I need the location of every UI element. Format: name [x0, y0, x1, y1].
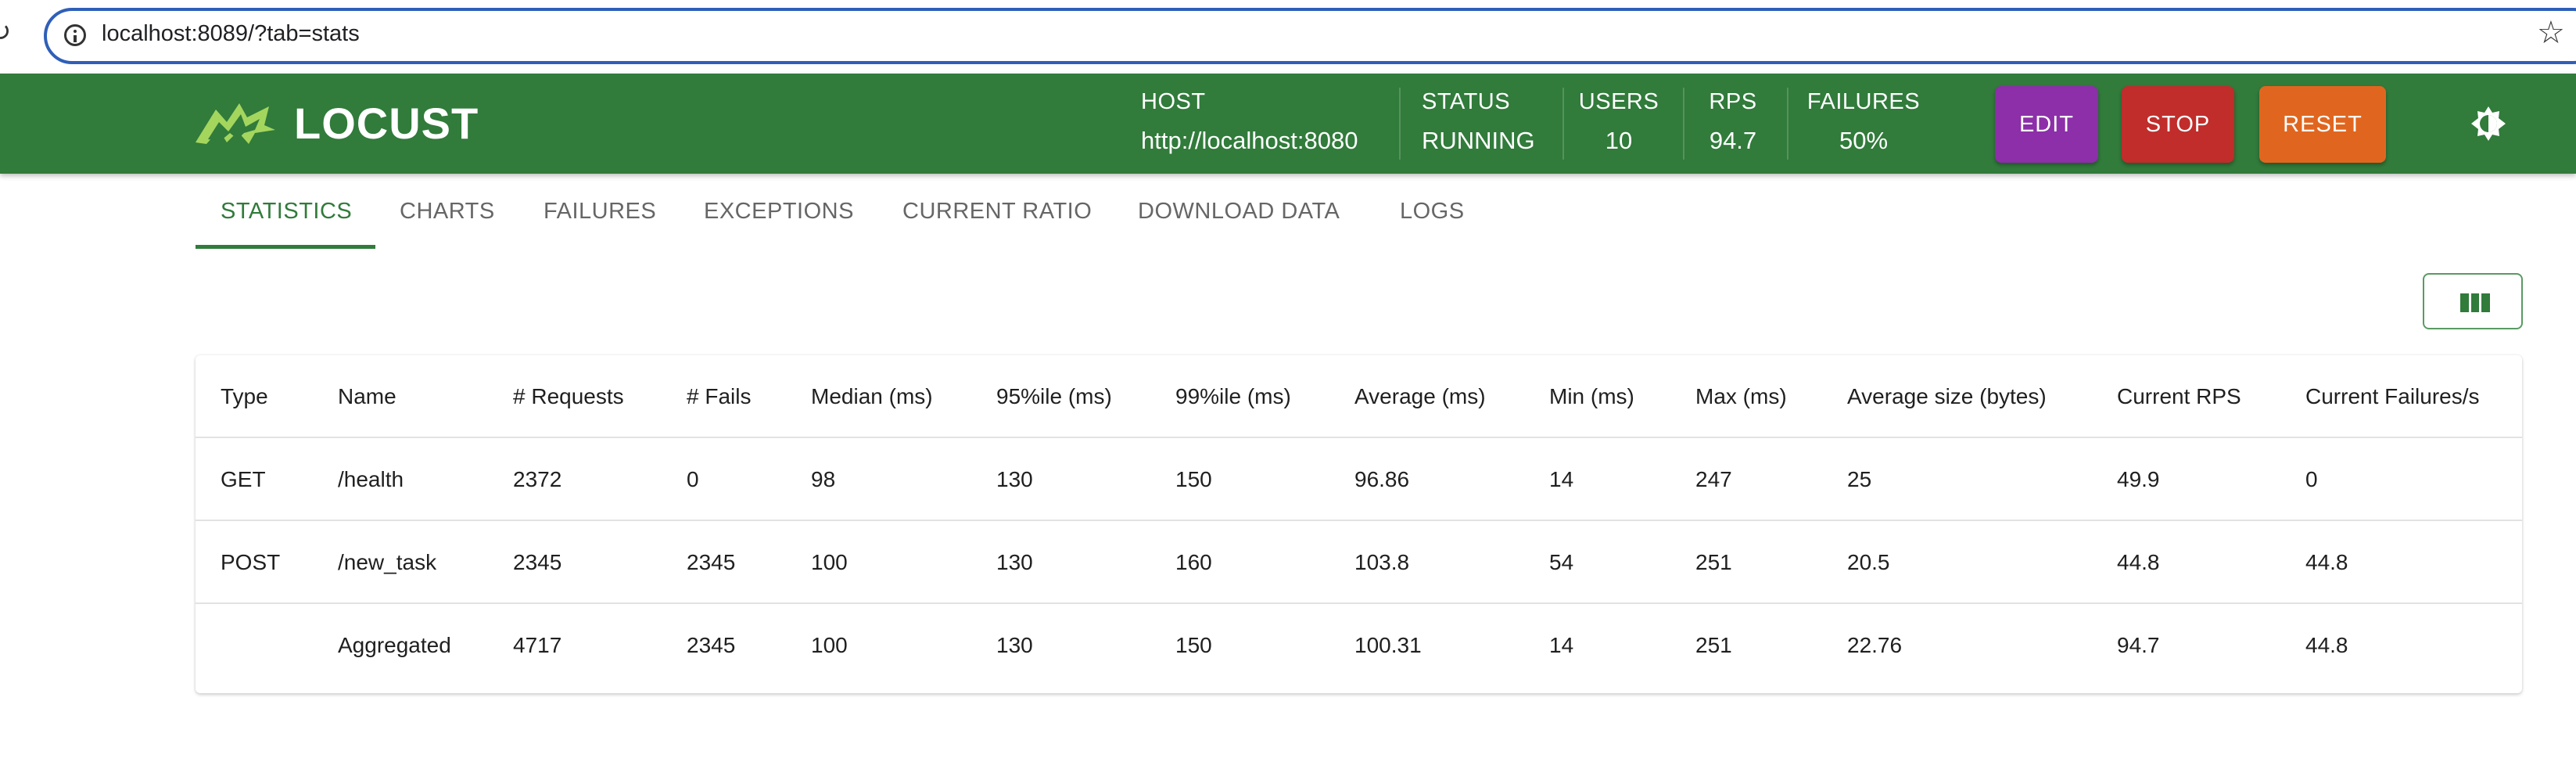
cell-type: POST: [221, 550, 281, 574]
status-label: STATUS: [1422, 89, 1511, 114]
cell-p95: 130: [996, 550, 1033, 574]
cell-current-rps: 94.7: [2117, 633, 2160, 657]
reload-icon[interactable]: ↻: [0, 19, 12, 45]
table-row-aggregated: Aggregated 4717 2345 100 130 150 100.31 …: [196, 604, 2522, 687]
cell-requests: 4717: [513, 633, 562, 657]
tab-statistics[interactable]: STATISTICS: [221, 174, 352, 249]
cell-avg-size: 25: [1847, 467, 1872, 491]
column-header[interactable]: Type: [221, 355, 268, 438]
column-header[interactable]: Median (ms): [811, 355, 933, 438]
column-header[interactable]: Max (ms): [1695, 355, 1787, 438]
column-header[interactable]: Average (ms): [1354, 355, 1486, 438]
stop-button[interactable]: STOP: [2122, 86, 2234, 163]
cell-p99: 150: [1175, 467, 1212, 491]
cell-fails: 0: [687, 467, 699, 491]
cell-p99: 160: [1175, 550, 1212, 574]
column-selector-button[interactable]: [2423, 273, 2523, 329]
cell-fails: 2345: [687, 550, 736, 574]
cell-current-rps: 49.9: [2117, 467, 2160, 491]
cell-min: 14: [1549, 633, 1574, 657]
site-info-icon[interactable]: [64, 24, 86, 46]
cell-avg-size: 22.76: [1847, 633, 1903, 657]
rps-label: RPS: [1709, 89, 1757, 114]
header-divider: [1562, 88, 1564, 160]
header-divider: [1399, 88, 1401, 160]
cell-p95: 130: [996, 633, 1033, 657]
cell-avg-size: 20.5: [1847, 550, 1890, 574]
host-stat: HOST http://localhost:8080: [1141, 74, 1376, 174]
edit-button[interactable]: EDIT: [1995, 86, 2098, 163]
column-header[interactable]: Name: [338, 355, 396, 438]
cell-current-rps: 44.8: [2117, 550, 2160, 574]
address-bar[interactable]: [44, 8, 2576, 64]
users-label: USERS: [1578, 89, 1659, 114]
cell-median: 100: [811, 550, 848, 574]
failures-stat: FAILURES 50%: [1803, 74, 1925, 174]
statistics-table: Type Name # Requests # Fails Median (ms)…: [196, 355, 2522, 693]
failures-label: FAILURES: [1806, 89, 1921, 114]
cell-p95: 130: [996, 467, 1033, 491]
cell-max: 251: [1695, 550, 1732, 574]
url-text[interactable]: localhost:8089/?tab=stats: [102, 21, 360, 47]
cell-requests: 2345: [513, 550, 562, 574]
cell-type: GET: [221, 467, 266, 491]
theme-toggle-icon[interactable]: [2471, 106, 2506, 141]
cell-fails: 2345: [687, 633, 736, 657]
users-stat: USERS 10: [1570, 74, 1667, 174]
status-value: RUNNING: [1422, 127, 1535, 154]
tab-logs[interactable]: LOGS: [1400, 174, 1465, 249]
logo-text: LOCUST: [294, 98, 479, 148]
tab-charts[interactable]: CHARTS: [400, 174, 495, 249]
cell-average: 96.86: [1354, 467, 1410, 491]
cell-requests: 2372: [513, 467, 562, 491]
cell-name: /new_task: [338, 550, 437, 574]
cell-p99: 150: [1175, 633, 1212, 657]
cell-median: 100: [811, 633, 848, 657]
browser-chrome: ↻ localhost:8089/?tab=stats ☆: [0, 0, 2576, 74]
column-header[interactable]: 95%ile (ms): [996, 355, 1112, 438]
tab-failures[interactable]: FAILURES: [544, 174, 656, 249]
cell-current-failures: 44.8: [2305, 550, 2348, 574]
cell-min: 54: [1549, 550, 1574, 574]
users-value: 10: [1605, 127, 1633, 154]
header-divider: [1683, 88, 1684, 160]
cell-max: 247: [1695, 467, 1732, 491]
column-header[interactable]: # Requests: [513, 355, 624, 438]
bookmark-star-icon[interactable]: ☆: [2537, 17, 2565, 49]
table-row: POST /new_task 2345 2345 100 130 160 103…: [196, 521, 2522, 604]
header-divider: [1787, 88, 1788, 160]
host-label: HOST: [1141, 89, 1206, 114]
cell-current-failures: 44.8: [2305, 633, 2348, 657]
status-stat: STATUS RUNNING: [1422, 74, 1547, 174]
tab-download-data[interactable]: DOWNLOAD DATA: [1138, 174, 1340, 249]
cell-current-failures: 0: [2305, 467, 2318, 491]
column-header[interactable]: Current RPS: [2117, 355, 2241, 438]
cell-average: 103.8: [1354, 550, 1410, 574]
host-value: http://localhost:8080: [1141, 127, 1358, 154]
rps-stat: RPS 94.7: [1694, 74, 1772, 174]
app-header: LOCUST HOST http://localhost:8080 STATUS…: [0, 74, 2576, 174]
active-tab-indicator: [196, 245, 375, 249]
cell-max: 251: [1695, 633, 1732, 657]
cell-min: 14: [1549, 467, 1574, 491]
cell-name: Aggregated: [338, 633, 451, 657]
cell-average: 100.31: [1354, 633, 1422, 657]
cell-median: 98: [811, 467, 836, 491]
cell-name: /health: [338, 467, 404, 491]
column-header[interactable]: Current Failures/s: [2305, 355, 2480, 438]
locust-logo-icon: [196, 103, 275, 144]
tab-current-ratio[interactable]: CURRENT RATIO: [902, 174, 1092, 249]
locust-logo[interactable]: LOCUST: [192, 95, 479, 150]
columns-icon: [2460, 293, 2491, 312]
reset-button[interactable]: RESET: [2259, 86, 2386, 163]
column-header[interactable]: # Fails: [687, 355, 751, 438]
table-header-row: Type Name # Requests # Fails Median (ms)…: [196, 355, 2522, 438]
tab-exceptions[interactable]: EXCEPTIONS: [704, 174, 854, 249]
rps-value: 94.7: [1709, 127, 1757, 154]
column-header[interactable]: 99%ile (ms): [1175, 355, 1291, 438]
failures-value: 50%: [1839, 127, 1889, 154]
column-header[interactable]: Min (ms): [1549, 355, 1634, 438]
table-row: GET /health 2372 0 98 130 150 96.86 14 2…: [196, 438, 2522, 521]
column-header[interactable]: Average size (bytes): [1847, 355, 2047, 438]
